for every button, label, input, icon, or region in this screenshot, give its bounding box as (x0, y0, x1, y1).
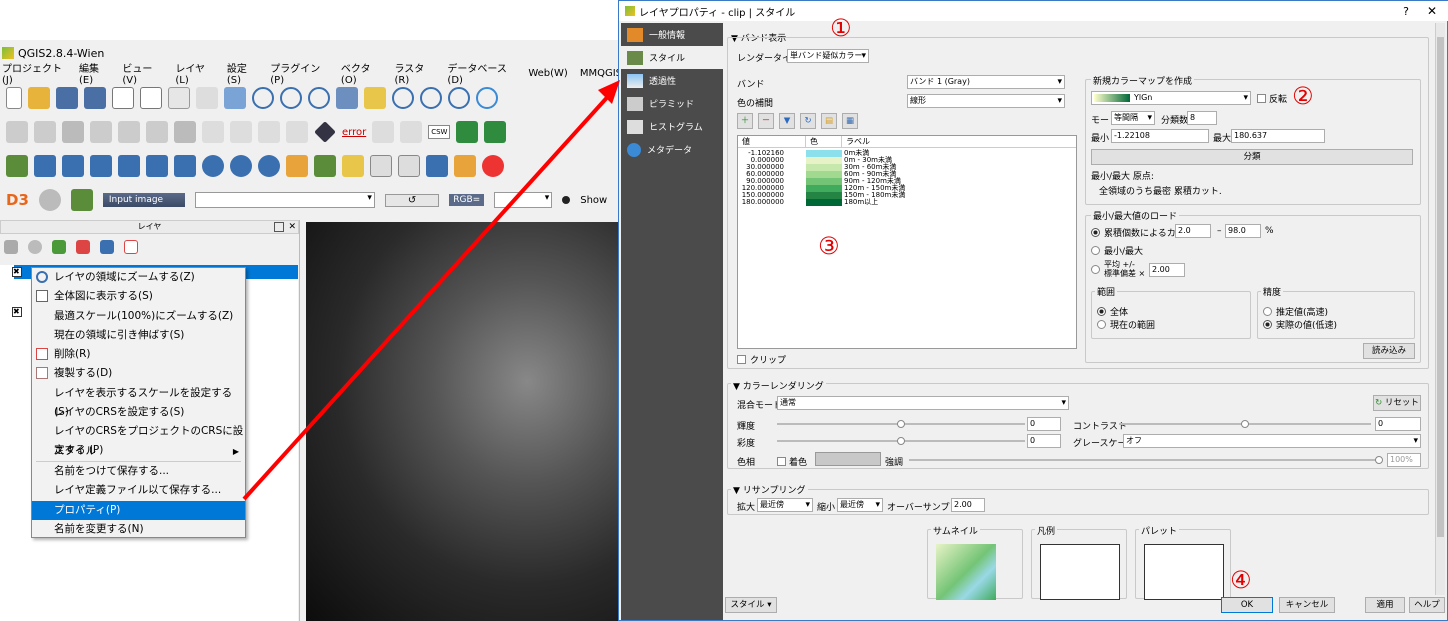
arrow-line (242, 90, 614, 501)
annotation-2: ② (1292, 82, 1314, 110)
annotation-4: ④ (1230, 566, 1252, 594)
annotation-arrow (242, 80, 620, 501)
annotation-1: ① (830, 14, 852, 42)
annotation-3: ③ (818, 232, 840, 260)
arrow-head (598, 80, 620, 104)
